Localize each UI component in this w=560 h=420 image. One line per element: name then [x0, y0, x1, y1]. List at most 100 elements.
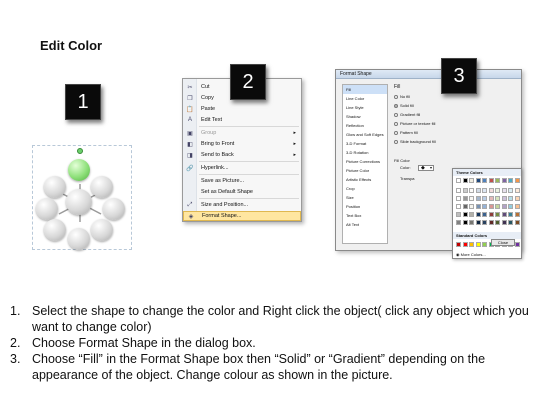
color-swatch[interactable]	[475, 178, 481, 183]
color-swatch[interactable]	[508, 204, 513, 209]
color-swatch[interactable]	[462, 204, 468, 209]
radio-button[interactable]	[394, 112, 398, 117]
circle-shape[interactable]	[44, 219, 66, 241]
color-swatch[interactable]	[488, 204, 494, 209]
fill-option[interactable]: Pattern fill	[394, 130, 418, 135]
menu-item[interactable]: 🔗 Hyperlink...	[183, 163, 301, 173]
color-swatch[interactable]	[482, 196, 487, 201]
color-swatch[interactable]	[482, 178, 487, 183]
color-swatch[interactable]	[456, 178, 461, 183]
dialog-nav-item[interactable]: 3-D Format	[343, 139, 387, 148]
color-swatch[interactable]	[469, 188, 474, 193]
color-swatch[interactable]	[456, 204, 461, 209]
color-swatch[interactable]	[475, 196, 481, 201]
color-swatch[interactable]	[482, 188, 487, 193]
color-swatch[interactable]	[456, 212, 461, 217]
color-swatch[interactable]	[482, 220, 487, 225]
color-swatch[interactable]	[508, 220, 513, 225]
color-swatch[interactable]	[462, 178, 468, 183]
color-swatch[interactable]	[514, 188, 520, 193]
center-circle-shape[interactable]	[66, 189, 92, 215]
color-swatch[interactable]	[508, 188, 513, 193]
color-swatch[interactable]	[456, 242, 461, 247]
color-swatch[interactable]	[501, 220, 507, 225]
color-swatch[interactable]	[488, 196, 494, 201]
color-swatch[interactable]	[475, 242, 481, 247]
color-swatch[interactable]	[495, 212, 500, 217]
color-swatch[interactable]	[488, 178, 494, 183]
menu-item[interactable]: ⤢ Size and Position...	[183, 200, 301, 210]
rotation-handle[interactable]	[77, 148, 83, 154]
dialog-nav-item[interactable]: Text Box	[343, 211, 387, 220]
menu-item[interactable]: Save as Picture...	[183, 176, 301, 186]
color-swatch[interactable]	[495, 188, 500, 193]
dialog-nav-item[interactable]: Shadow	[343, 112, 387, 121]
color-swatch[interactable]	[514, 242, 520, 247]
dialog-nav-item[interactable]: Size	[343, 193, 387, 202]
color-swatch[interactable]	[488, 188, 494, 193]
radio-button[interactable]	[394, 94, 398, 99]
color-swatch[interactable]	[495, 204, 500, 209]
color-swatch[interactable]	[501, 188, 507, 193]
color-swatch[interactable]	[462, 242, 468, 247]
color-swatch[interactable]	[482, 212, 487, 217]
color-swatch[interactable]	[488, 220, 494, 225]
menu-item[interactable]: 📋 Paste	[183, 104, 301, 114]
color-swatch[interactable]	[514, 204, 520, 209]
menu-item[interactable]: ◨ Send to Back ▸	[183, 150, 301, 160]
fill-option[interactable]: Solid fill	[394, 103, 414, 108]
color-swatch[interactable]	[462, 220, 468, 225]
dialog-nav-item[interactable]: Picture Corrections	[343, 157, 387, 166]
menu-item[interactable]: Set as Default Shape	[183, 187, 301, 197]
radio-button[interactable]	[394, 121, 398, 126]
dialog-nav-item[interactable]: Reflection	[343, 121, 387, 130]
shape-diagram[interactable]	[32, 145, 132, 250]
color-swatch[interactable]	[495, 220, 500, 225]
dialog-nav-item[interactable]: 3-D Rotation	[343, 148, 387, 157]
color-dropdown-button[interactable]: ◆ ▾	[418, 165, 434, 171]
dialog-nav-item[interactable]: Artistic Effects	[343, 175, 387, 184]
color-swatch[interactable]	[462, 196, 468, 201]
menu-item[interactable]: ◈ Format Shape...	[183, 211, 301, 221]
color-swatch[interactable]	[475, 204, 481, 209]
circle-shape[interactable]	[44, 176, 66, 198]
color-swatch[interactable]	[495, 196, 500, 201]
color-swatch[interactable]	[501, 204, 507, 209]
dialog-nav-item[interactable]: Glow and Soft Edges	[343, 130, 387, 139]
dialog-nav-item[interactable]: Fill	[343, 85, 387, 94]
color-swatch[interactable]	[469, 178, 474, 183]
dialog-nav-item[interactable]: Crop	[343, 184, 387, 193]
color-swatch[interactable]	[469, 196, 474, 201]
circle-shape[interactable]	[68, 228, 90, 250]
color-swatch[interactable]	[462, 188, 468, 193]
color-swatch[interactable]	[514, 220, 520, 225]
color-swatch[interactable]	[456, 188, 461, 193]
color-swatch[interactable]	[514, 212, 520, 217]
color-swatch[interactable]	[495, 178, 500, 183]
color-swatch[interactable]	[508, 178, 513, 183]
dialog-nav-item[interactable]: Position	[343, 202, 387, 211]
color-swatch[interactable]	[514, 196, 520, 201]
color-swatch[interactable]	[482, 242, 487, 247]
dialog-nav-item[interactable]: Picture Color	[343, 166, 387, 175]
dialog-nav-item[interactable]: Line Color	[343, 94, 387, 103]
menu-item[interactable]: A Edit Text	[183, 115, 301, 125]
circle-shape[interactable]	[36, 198, 58, 220]
dialog-nav-item[interactable]: Alt Text	[343, 220, 387, 229]
color-swatch[interactable]	[501, 178, 507, 183]
color-swatch[interactable]	[501, 212, 507, 217]
fill-option[interactable]: Slide background fill	[394, 139, 436, 144]
color-swatch[interactable]	[469, 242, 474, 247]
color-swatch[interactable]	[501, 196, 507, 201]
menu-item[interactable]: ◧ Bring to Front ▸	[183, 139, 301, 149]
fill-option[interactable]: Picture or texture fill	[394, 121, 435, 126]
more-colors-link[interactable]: ◉ More Colors...	[456, 252, 486, 257]
color-swatch[interactable]	[475, 188, 481, 193]
circle-shape[interactable]	[103, 198, 125, 220]
radio-button[interactable]	[394, 103, 398, 108]
fill-option[interactable]: Gradient fill	[394, 112, 420, 117]
close-button[interactable]: Close	[491, 239, 515, 246]
radio-button[interactable]	[394, 139, 398, 144]
color-swatch[interactable]	[469, 220, 474, 225]
color-swatch[interactable]	[514, 178, 520, 183]
